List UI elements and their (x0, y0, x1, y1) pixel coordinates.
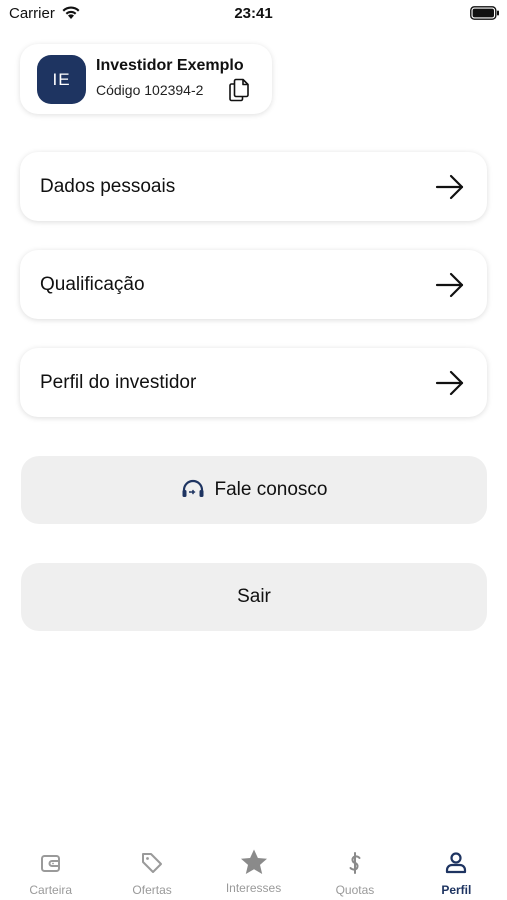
investor-name: Investidor Exemplo (96, 57, 244, 74)
star-icon (240, 849, 267, 874)
arrow-right-icon (435, 174, 464, 200)
tab-quotas[interactable]: Quotas (304, 840, 405, 900)
status-time: 23:41 (234, 5, 273, 22)
tab-label: Perfil (441, 883, 472, 897)
tag-icon (142, 853, 163, 873)
profile-card: IE Investidor Exemplo Código 102394-2 (20, 44, 272, 114)
copy-icon[interactable] (228, 78, 250, 102)
menu-item-perfil-investidor[interactable]: Perfil do investidor (20, 348, 487, 417)
wallet-icon (40, 855, 60, 872)
arrow-right-icon (435, 370, 464, 396)
tab-bar: Carteira Ofertas Interesses Quotas Perfi… (0, 840, 507, 900)
headset-icon (182, 479, 204, 497)
arrow-right-icon (435, 272, 464, 298)
tab-label: Ofertas (132, 883, 172, 897)
menu-item-label: Qualificação (40, 274, 145, 295)
battery-icon (470, 6, 499, 20)
tab-interesses[interactable]: Interesses (203, 840, 304, 900)
tab-label: Quotas (335, 883, 375, 897)
tab-ofertas[interactable]: Ofertas (101, 840, 202, 900)
dollar-icon (349, 852, 361, 874)
tab-label: Carteira (29, 883, 73, 897)
person-icon (446, 852, 467, 874)
logout-button[interactable]: Sair (21, 563, 487, 631)
tab-label: Interesses (225, 881, 282, 895)
contact-us-button[interactable]: Fale conosco (21, 456, 487, 524)
investor-code: Código 102394-2 (96, 82, 204, 98)
status-bar: Carrier 23:41 (0, 0, 507, 28)
menu-item-dados-pessoais[interactable]: Dados pessoais (20, 152, 487, 221)
tab-carteira[interactable]: Carteira (0, 840, 101, 900)
menu-item-label: Perfil do investidor (40, 372, 197, 393)
avatar: IE (37, 55, 86, 104)
logout-label: Sair (237, 586, 271, 607)
menu-item-qualificacao[interactable]: Qualificação (20, 250, 487, 319)
contact-us-label: Fale conosco (214, 479, 328, 500)
menu-item-label: Dados pessoais (40, 176, 176, 197)
tab-perfil[interactable]: Perfil (406, 840, 507, 900)
